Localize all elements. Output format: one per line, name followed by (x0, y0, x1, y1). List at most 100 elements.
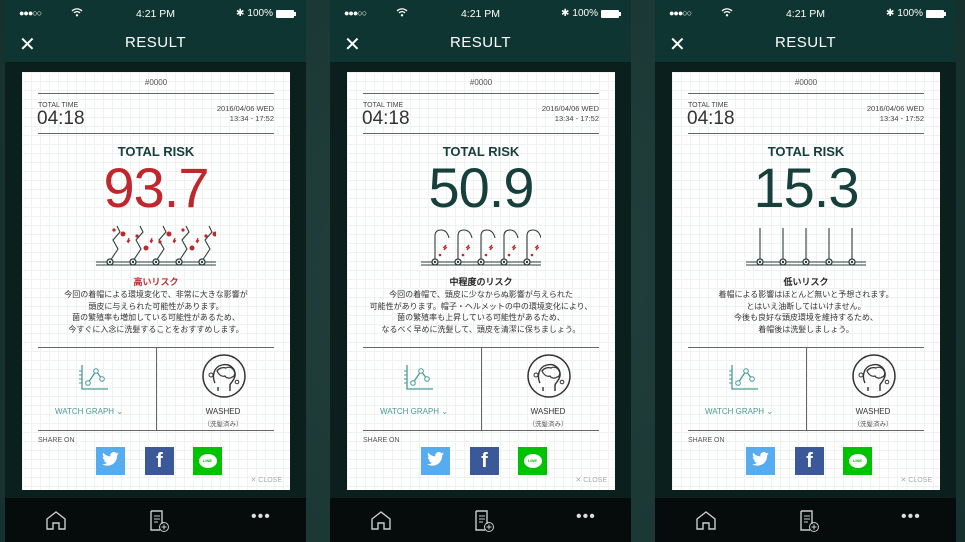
date: 2016/04/06 WED (541, 104, 599, 113)
washed-head-icon (201, 353, 247, 404)
washed-label: WASHED (530, 407, 566, 416)
watch-graph-button[interactable]: WATCH GRAPH ⌄ (672, 347, 806, 430)
divider (688, 93, 924, 94)
washed-head-icon (851, 353, 897, 404)
washed-sub-label: （洗髪済み） (203, 421, 243, 428)
divider (363, 430, 599, 431)
washed-button[interactable]: WASHED （洗髪済み） (806, 347, 940, 430)
desc-line: 今回の着帽による環境変化で、非常に大きな影響が (64, 290, 248, 299)
desc-line: 今すぐに入念に洗髪することをおすすめします。 (68, 324, 244, 334)
twitter-icon (102, 451, 119, 471)
header: ✕ RESULT (330, 28, 631, 62)
time-range: 13:34 - 17:52 (229, 114, 274, 123)
record-id: #0000 (794, 78, 818, 87)
add-record-icon[interactable] (148, 510, 170, 537)
facebook-icon: f (481, 449, 488, 472)
record-id: #0000 (144, 78, 168, 87)
total-risk-value: 15.3 (753, 156, 860, 219)
washed-button[interactable]: WASHED （洗髪済み） (156, 347, 290, 430)
date-range: 2016/04/06 WED 13:34 - 17:52 (867, 104, 924, 124)
desc-line: 今後も良好な頭皮環境を維持するため、 (734, 313, 878, 322)
total-time-value: 04:18 (362, 108, 410, 129)
phone-screen: ●●●○○ 4:21 PM ✱ 100% ✕ RESULT #0000 TOTAL… (655, 0, 956, 542)
status-bar: ●●●○○ 4:21 PM ✱ 100% (655, 0, 956, 28)
scalp-illustration (746, 222, 866, 277)
battery-icon (276, 9, 296, 18)
desc-line: 頭皮に与えられた可能性があります。 (88, 301, 224, 311)
twitter-share-button[interactable] (96, 447, 125, 475)
bluetooth-icon: ✱ (236, 8, 245, 19)
watch-graph-text: WATCH GRAPH (54, 407, 115, 416)
date: 2016/04/06 WED (216, 104, 274, 113)
scalp-illustration (96, 222, 223, 277)
add-record-icon[interactable] (798, 510, 820, 537)
twitter-share-button[interactable] (746, 447, 775, 475)
result-card: #0000 TOTAL TIME 04:18 2016/04/06 WED 13:… (22, 72, 290, 490)
facebook-share-button[interactable]: f (470, 447, 499, 475)
more-icon[interactable]: ••• (576, 508, 596, 526)
scalp-illustration (421, 222, 542, 277)
chevron-down-icon: ⌄ (441, 407, 449, 416)
bluetooth-icon: ✱ (886, 8, 895, 19)
phone-screen: ●●●○○ 4:21 PM ✱ 100% ✕ RESULT #0000 TOTAL… (330, 0, 631, 542)
battery: ✱ 100% (236, 8, 296, 19)
home-icon[interactable] (370, 510, 392, 535)
close-link[interactable]: ✕ CLOSE (575, 476, 607, 484)
bottom-nav: ••• (330, 498, 631, 542)
total-risk-value: 93.7 (103, 156, 210, 219)
risk-level-label: 低いリスク (783, 277, 829, 287)
divider (38, 133, 274, 134)
watch-graph-label: WATCH GRAPH ⌄ (672, 407, 806, 416)
watch-graph-button[interactable]: WATCH GRAPH ⌄ (347, 347, 481, 430)
result-card: #0000 TOTAL TIME 04:18 2016/04/06 WED 13:… (347, 72, 615, 490)
line-icon: LINE (198, 454, 217, 468)
bottom-nav: ••• (655, 498, 956, 542)
add-record-icon[interactable] (473, 510, 495, 537)
total-time-value: 04:18 (687, 108, 735, 129)
more-icon[interactable]: ••• (901, 508, 921, 526)
divider (363, 133, 599, 134)
graph-icon (728, 363, 760, 396)
graph-icon (78, 363, 110, 396)
record-id: #0000 (469, 78, 493, 87)
washed-label: WASHED (205, 407, 241, 416)
facebook-share-button[interactable]: f (795, 447, 824, 475)
watch-graph-label: WATCH GRAPH ⌄ (347, 407, 481, 416)
line-icon: LINE (848, 454, 867, 468)
home-icon[interactable] (695, 510, 717, 535)
total-time-value: 04:18 (37, 108, 85, 129)
twitter-share-button[interactable] (421, 447, 450, 475)
more-icon[interactable]: ••• (251, 508, 271, 526)
twitter-icon (427, 451, 444, 471)
desc-line: 菌の繁殖率も上昇している可能性があるため、 (397, 313, 565, 322)
desc-line: とはいえ油断してはいけません。 (746, 301, 866, 311)
battery-icon (601, 9, 621, 18)
page-title: RESULT (774, 34, 837, 51)
washed-sub-label: （洗髪済み） (853, 421, 893, 428)
desc-line: 着帽後は洗髪しましょう。 (758, 324, 854, 334)
risk-level-label: 高いリスク (133, 277, 179, 287)
line-share-button[interactable]: LINE (843, 447, 872, 475)
washed-button[interactable]: WASHED （洗髪済み） (481, 347, 615, 430)
close-link[interactable]: ✕ CLOSE (250, 476, 282, 484)
desc-line: 今回の着帽で、頭皮に少なからぬ影響が与えられた (389, 290, 573, 299)
risk-description: 今回の着帽による環境変化で、非常に大きな影響が 頭皮に与えられた可能性があります… (22, 289, 290, 335)
divider (688, 133, 924, 134)
header: ✕ RESULT (5, 28, 306, 62)
watch-graph-button[interactable]: WATCH GRAPH ⌄ (22, 347, 156, 430)
home-icon[interactable] (45, 510, 67, 535)
page-title: RESULT (449, 34, 512, 51)
line-share-button[interactable]: LINE (193, 447, 222, 475)
facebook-share-button[interactable]: f (145, 447, 174, 475)
divider (38, 93, 274, 94)
line-share-button[interactable]: LINE (518, 447, 547, 475)
share-on-label: SHARE ON (38, 437, 75, 444)
battery-percent: 100% (897, 8, 923, 19)
result-card: #0000 TOTAL TIME 04:18 2016/04/06 WED 13:… (672, 72, 940, 490)
risk-description: 今回の着帽で、頭皮に少なからぬ影響が与えられた 可能性があります。帽子・ヘルメッ… (347, 289, 615, 335)
close-link[interactable]: ✕ CLOSE (900, 476, 932, 484)
battery: ✱ 100% (886, 8, 946, 19)
watch-graph-text: WATCH GRAPH (704, 407, 765, 416)
bluetooth-icon: ✱ (561, 8, 570, 19)
share-on-label: SHARE ON (363, 437, 400, 444)
